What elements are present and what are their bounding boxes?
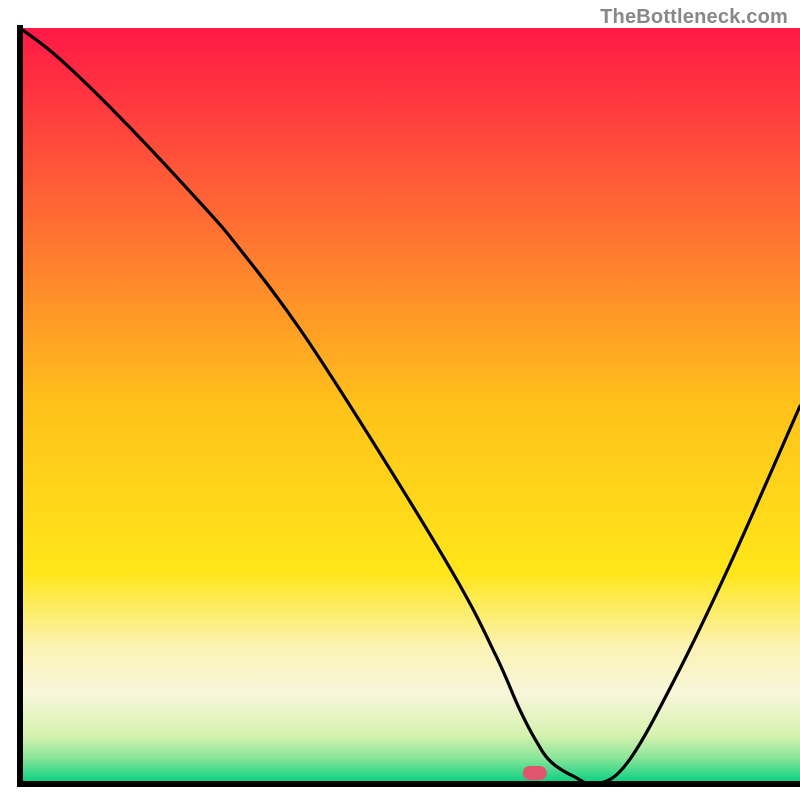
gradient-background bbox=[20, 28, 800, 784]
chart-svg bbox=[0, 0, 800, 800]
attribution-text: TheBottleneck.com bbox=[600, 6, 788, 29]
chart-stage: TheBottleneck.com bbox=[0, 0, 800, 800]
optimum-marker bbox=[523, 766, 547, 780]
